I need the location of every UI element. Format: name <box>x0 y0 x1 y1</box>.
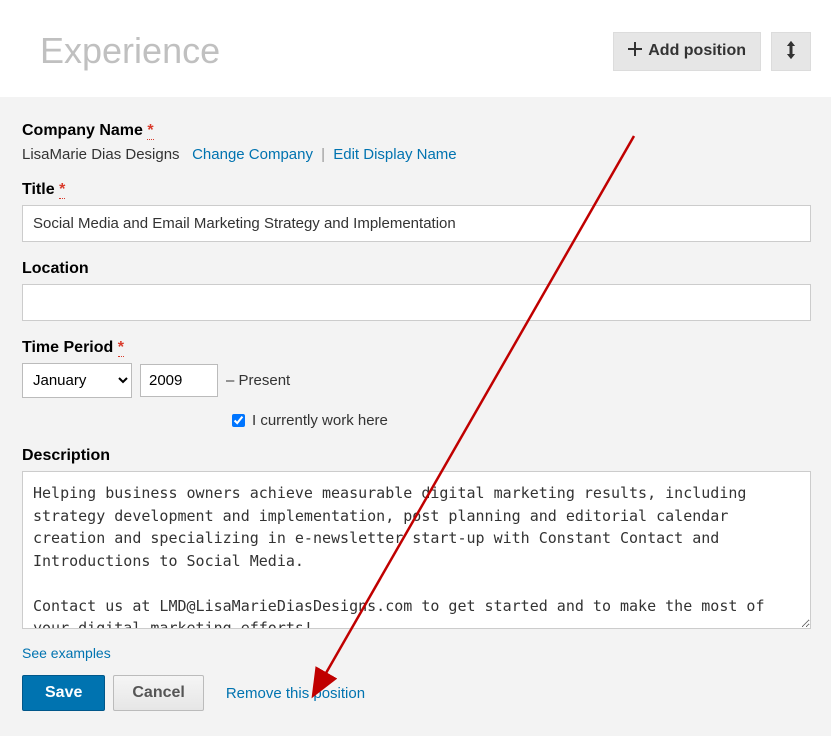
company-name-value: LisaMarie Dias Designs <box>22 146 180 163</box>
company-line: LisaMarie Dias Designs Change Company | … <box>22 146 811 163</box>
page-title: Experience <box>40 30 220 72</box>
add-position-button[interactable]: Add position <box>613 32 761 71</box>
see-examples-link[interactable]: See examples <box>22 645 111 661</box>
description-textarea[interactable] <box>22 471 811 629</box>
header-actions: Add position <box>613 32 811 71</box>
form-area: Company Name * LisaMarie Dias Designs Ch… <box>0 97 831 736</box>
title-input[interactable] <box>22 205 811 242</box>
required-asterisk: * <box>59 181 65 199</box>
save-button[interactable]: Save <box>22 675 105 711</box>
location-label: Location <box>22 260 811 278</box>
reorder-icon <box>784 41 798 62</box>
currently-work-label: I currently work here <box>252 412 388 429</box>
time-period-label: Time Period * <box>22 339 811 357</box>
month-select[interactable]: January <box>22 363 132 398</box>
time-period-row: January – Present <box>22 363 811 398</box>
cancel-button[interactable]: Cancel <box>113 675 203 711</box>
required-asterisk: * <box>147 122 153 140</box>
change-company-link[interactable]: Change Company <box>192 146 313 163</box>
present-text: – Present <box>226 372 290 389</box>
location-input[interactable] <box>22 284 811 321</box>
reorder-button[interactable] <box>771 32 811 71</box>
currently-work-checkbox[interactable] <box>232 414 245 427</box>
title-label: Title * <box>22 181 811 199</box>
edit-display-name-link[interactable]: Edit Display Name <box>333 146 456 163</box>
remove-position-link[interactable]: Remove this position <box>226 685 365 702</box>
currently-work-row: I currently work here <box>232 412 811 429</box>
company-name-label: Company Name * <box>22 122 811 140</box>
required-asterisk: * <box>118 339 124 357</box>
plus-icon <box>628 42 642 61</box>
year-input[interactable] <box>140 364 218 397</box>
actions-row: Save Cancel Remove this position <box>22 675 811 711</box>
separator: | <box>321 146 325 163</box>
add-position-label: Add position <box>648 42 746 60</box>
description-label: Description <box>22 447 811 465</box>
header-bar: Experience Add position <box>0 0 831 97</box>
